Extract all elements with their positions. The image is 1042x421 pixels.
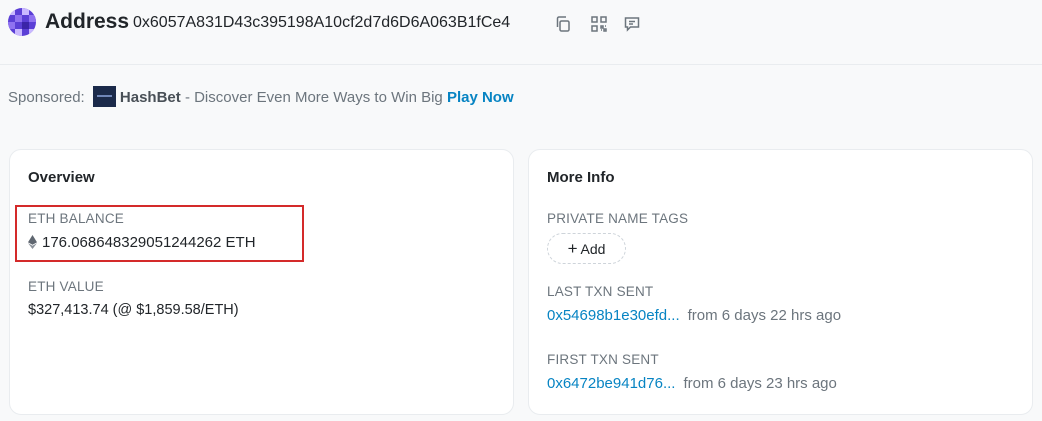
eth-value-value: $327,413.74 (@ $1,859.58/ETH) bbox=[28, 302, 239, 318]
first-txn-time: from 6 days 23 hrs ago bbox=[683, 375, 837, 392]
last-txn-row: 0x54698b1e30efd... from 6 days 22 hrs ago bbox=[547, 307, 841, 324]
comment-icon[interactable] bbox=[623, 15, 641, 33]
private-name-tags-label: PRIVATE NAME TAGS bbox=[547, 211, 689, 226]
sponsored-banner: Sponsored: HashBet - Discover Even More … bbox=[8, 86, 514, 107]
hashbet-logo bbox=[92, 86, 116, 107]
more-info-card: More Info PRIVATE NAME TAGS + Add LAST T… bbox=[528, 149, 1033, 415]
first-txn-row: 0x6472be941d76... from 6 days 23 hrs ago bbox=[547, 375, 837, 392]
qr-code-icon[interactable] bbox=[590, 15, 608, 33]
add-name-tag-button[interactable]: + Add bbox=[547, 233, 626, 264]
first-txn-sent-label: FIRST TXN SENT bbox=[547, 352, 659, 367]
copy-icon[interactable] bbox=[554, 15, 572, 33]
overview-title: Overview bbox=[28, 169, 95, 186]
eth-value-label: ETH VALUE bbox=[28, 279, 104, 294]
sponsored-brand[interactable]: HashBet bbox=[120, 89, 181, 106]
add-button-label: Add bbox=[580, 240, 606, 257]
first-txn-hash-link[interactable]: 0x6472be941d76... bbox=[547, 375, 675, 392]
overview-card: Overview ETH BALANCE 176.068648329051244… bbox=[9, 149, 514, 415]
play-now-link[interactable]: Play Now bbox=[447, 89, 514, 106]
ethereum-icon bbox=[28, 235, 37, 249]
more-info-title: More Info bbox=[547, 169, 615, 186]
eth-balance-value: 176.068648329051244262 ETH bbox=[42, 234, 256, 251]
sponsored-text: - Discover Even More Ways to Win Big bbox=[184, 89, 443, 106]
sponsored-prefix: Sponsored: bbox=[8, 89, 85, 106]
page-title: Address bbox=[45, 10, 130, 33]
address-hash: 0x6057A831D43c395198A10cf2d7d6D6A063B1fC… bbox=[133, 14, 511, 31]
address-avatar bbox=[8, 8, 36, 36]
last-txn-hash-link[interactable]: 0x54698b1e30efd... bbox=[547, 307, 680, 324]
page-header: Address 0x6057A831D43c395198A10cf2d7d6D6… bbox=[0, 0, 1042, 65]
last-txn-time: from 6 days 22 hrs ago bbox=[687, 307, 842, 324]
plus-icon: + bbox=[567, 239, 578, 258]
eth-balance-value-row: 176.068648329051244262 ETH bbox=[28, 234, 256, 251]
last-txn-sent-label: LAST TXN SENT bbox=[547, 284, 654, 299]
eth-balance-label: ETH BALANCE bbox=[28, 211, 124, 226]
